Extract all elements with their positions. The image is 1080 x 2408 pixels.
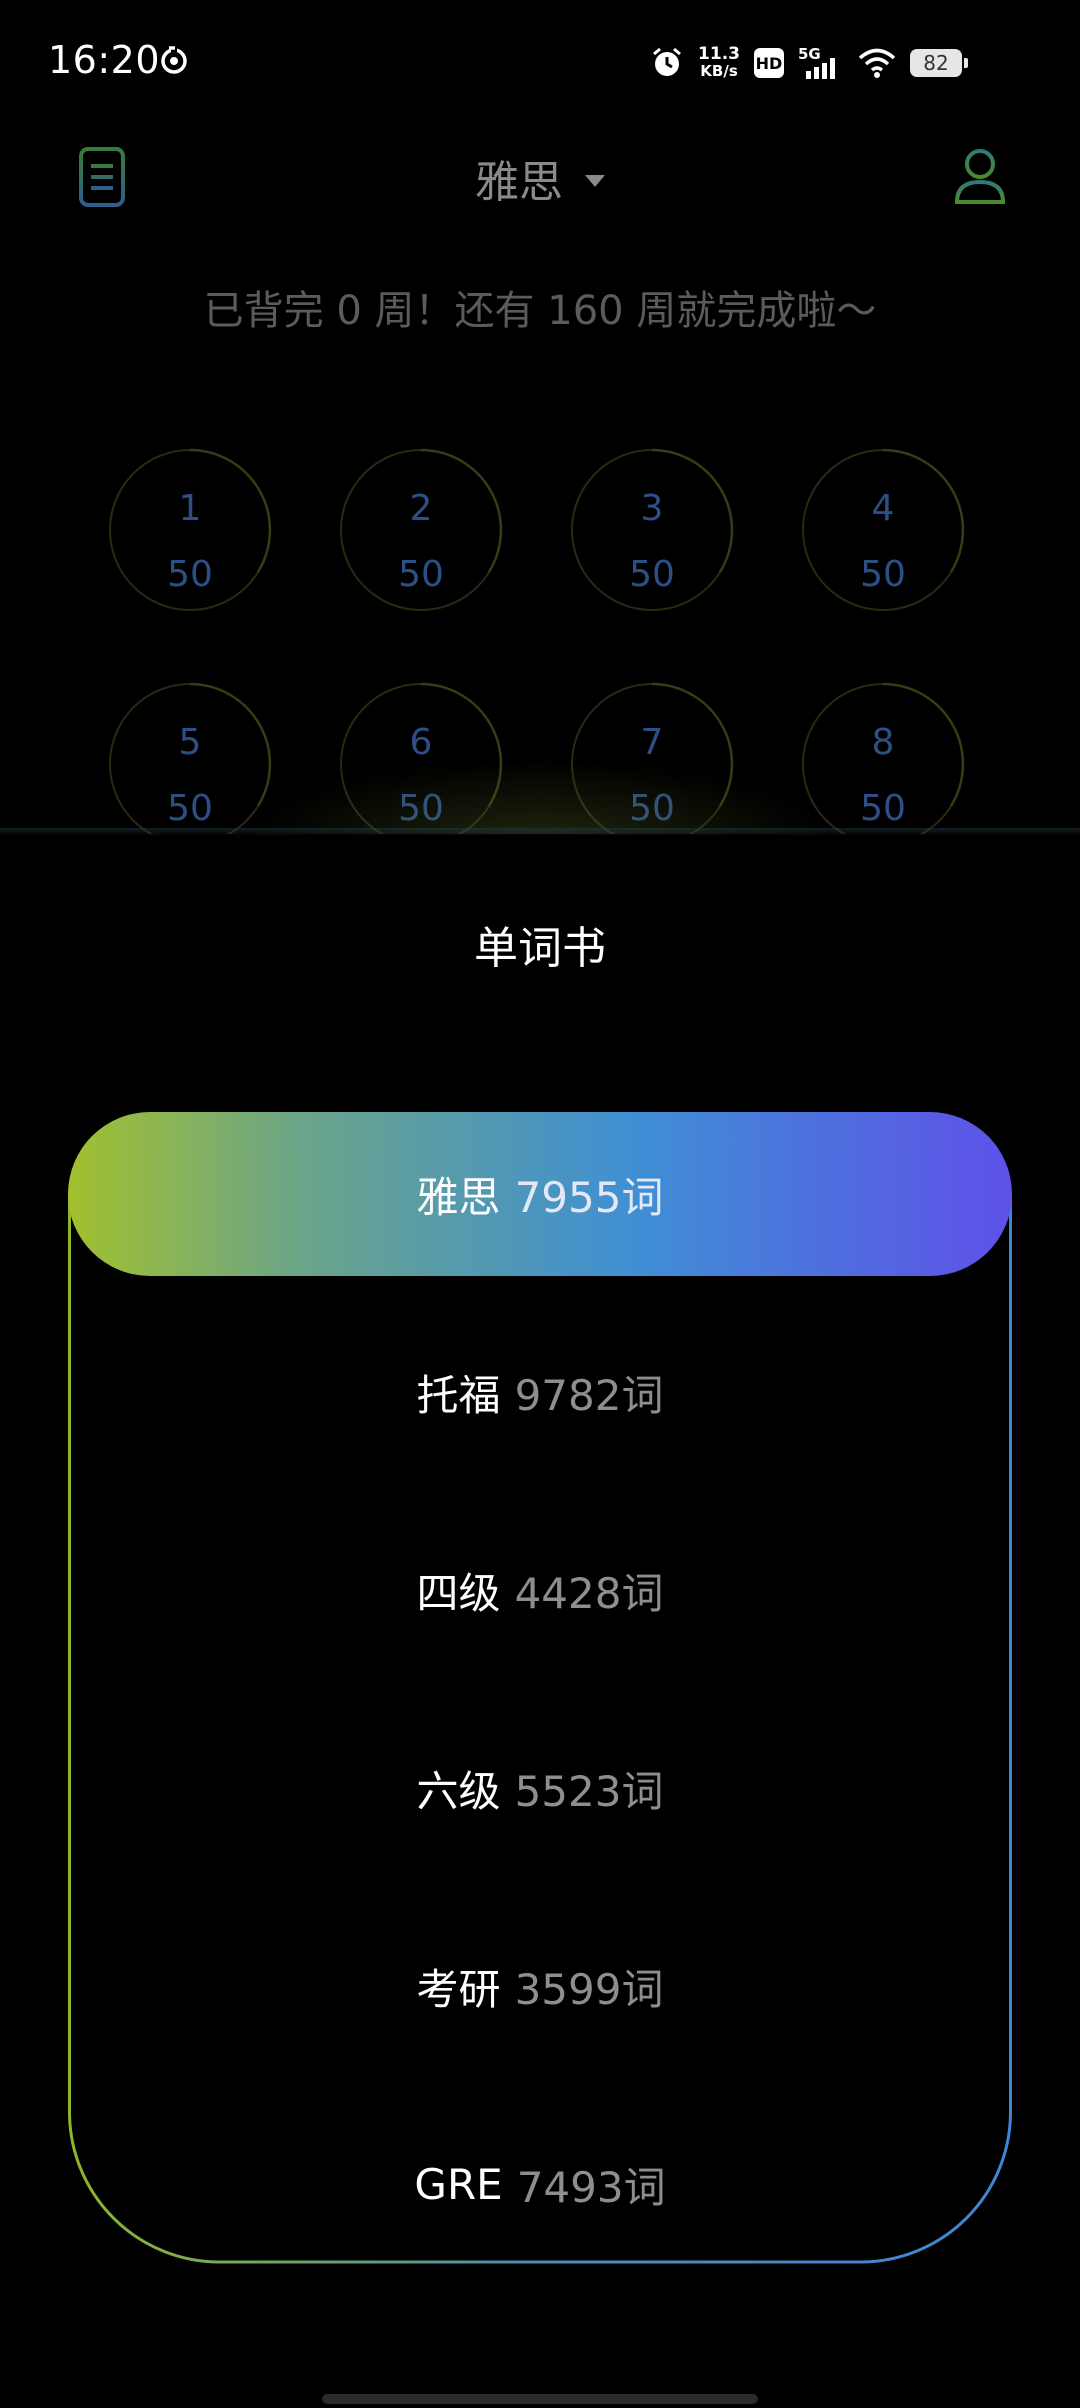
week-circle[interactable]: 4 50	[801, 448, 965, 612]
sheet-edge	[0, 828, 1080, 836]
week-number: 3	[640, 488, 664, 529]
wordbook-name: 四级	[416, 1568, 501, 1618]
status-bar: 16:20 11.3 KB/s HD 5G 82	[0, 0, 1080, 128]
week-word-count: 50	[860, 788, 906, 829]
status-time: 16:20	[48, 38, 161, 82]
wordbook-count: 4428词	[514, 1568, 664, 1618]
app-header: 雅思	[0, 128, 1080, 228]
wordbook-count: 7493词	[516, 2162, 666, 2212]
week-circle[interactable]: 2 50	[339, 448, 503, 612]
home-indicator[interactable]	[322, 2394, 758, 2404]
wordbook-item-cet4[interactable]: 四级 4428词	[68, 1508, 1012, 1672]
net-speed-unit: KB/s	[700, 62, 738, 80]
wordbook-name: 六级	[416, 1766, 501, 1816]
status-icons: 11.3 KB/s HD 5G 82	[650, 38, 968, 88]
week-number: 2	[409, 488, 433, 529]
svg-text:5G: 5G	[798, 45, 821, 63]
week-word-count: 50	[629, 788, 675, 829]
wordbook-sheet: 单词书 雅思 7955词 托福 9782词 四级 4428词 六级 5523词 考研	[0, 836, 1080, 2408]
wordbook-count: 5523词	[514, 1766, 664, 1816]
week-word-count: 50	[629, 554, 675, 595]
sync-icon	[161, 46, 187, 74]
week-number: 8	[871, 722, 895, 763]
battery-icon: 82	[910, 49, 968, 77]
week-word-count: 50	[398, 554, 444, 595]
week-number: 1	[178, 488, 202, 529]
week-word-count: 50	[167, 788, 213, 829]
caret-down-icon	[585, 175, 605, 187]
week-circle[interactable]: 5 50	[108, 682, 272, 834]
week-circle[interactable]: 1 50	[108, 448, 272, 612]
wordbook-item-kaoyan[interactable]: 考研 3599词	[68, 1904, 1012, 2068]
wordbook-list-border	[68, 1194, 1012, 2264]
week-circle[interactable]: 6 50	[339, 682, 503, 834]
week-number: 6	[409, 722, 433, 763]
wordbook-name: 托福	[416, 1370, 501, 1420]
week-number: 7	[640, 722, 664, 763]
hd-icon: HD	[754, 48, 784, 78]
header-title: 雅思	[475, 157, 563, 208]
wordbook-count: 7955词	[514, 1172, 664, 1222]
week-word-count: 50	[167, 554, 213, 595]
wordbook-name: 雅思	[416, 1172, 501, 1222]
signal-icon: 5G	[798, 45, 835, 79]
wordbook-item-gre[interactable]: GRE 7493词	[68, 2102, 1012, 2266]
background-page: 雅思 已背完 0 周！还有 160 周就完成啦～ 1 50 2 50 3 50 …	[0, 128, 1080, 834]
wordbook-name: GRE	[414, 2159, 503, 2209]
book-selector[interactable]: 雅思	[0, 146, 1080, 210]
wifi-icon	[858, 48, 896, 78]
progress-text: 已背完 0 周！还有 160 周就完成啦～	[203, 288, 877, 334]
user-profile-icon[interactable]	[952, 146, 1008, 206]
week-number: 4	[871, 488, 895, 529]
net-speed: 11.3 KB/s	[698, 46, 740, 80]
wordbook-item-cet6[interactable]: 六级 5523词	[68, 1706, 1012, 1870]
net-speed-value: 11.3	[698, 44, 740, 64]
wordbook-list: 雅思 7955词 托福 9782词 四级 4428词 六级 5523词 考研 3599词 …	[68, 1112, 1012, 2264]
wordbook-item-toefl[interactable]: 托福 9782词	[68, 1310, 1012, 1474]
wordbook-name: 考研	[416, 1964, 501, 2014]
alarm-icon	[653, 47, 682, 76]
week-circle[interactable]: 7 50	[570, 682, 734, 834]
sheet-title: 单词书	[474, 923, 606, 974]
wordbook-item-ielts[interactable]: 雅思 7955词	[68, 1112, 1012, 1276]
wordbook-count: 9782词	[514, 1370, 664, 1420]
wordbook-count: 3599词	[514, 1964, 664, 2014]
week-circle[interactable]: 3 50	[570, 448, 734, 612]
week-circle[interactable]: 8 50	[801, 682, 965, 834]
week-number: 5	[178, 722, 202, 763]
week-word-count: 50	[398, 788, 444, 829]
week-word-count: 50	[860, 554, 906, 595]
